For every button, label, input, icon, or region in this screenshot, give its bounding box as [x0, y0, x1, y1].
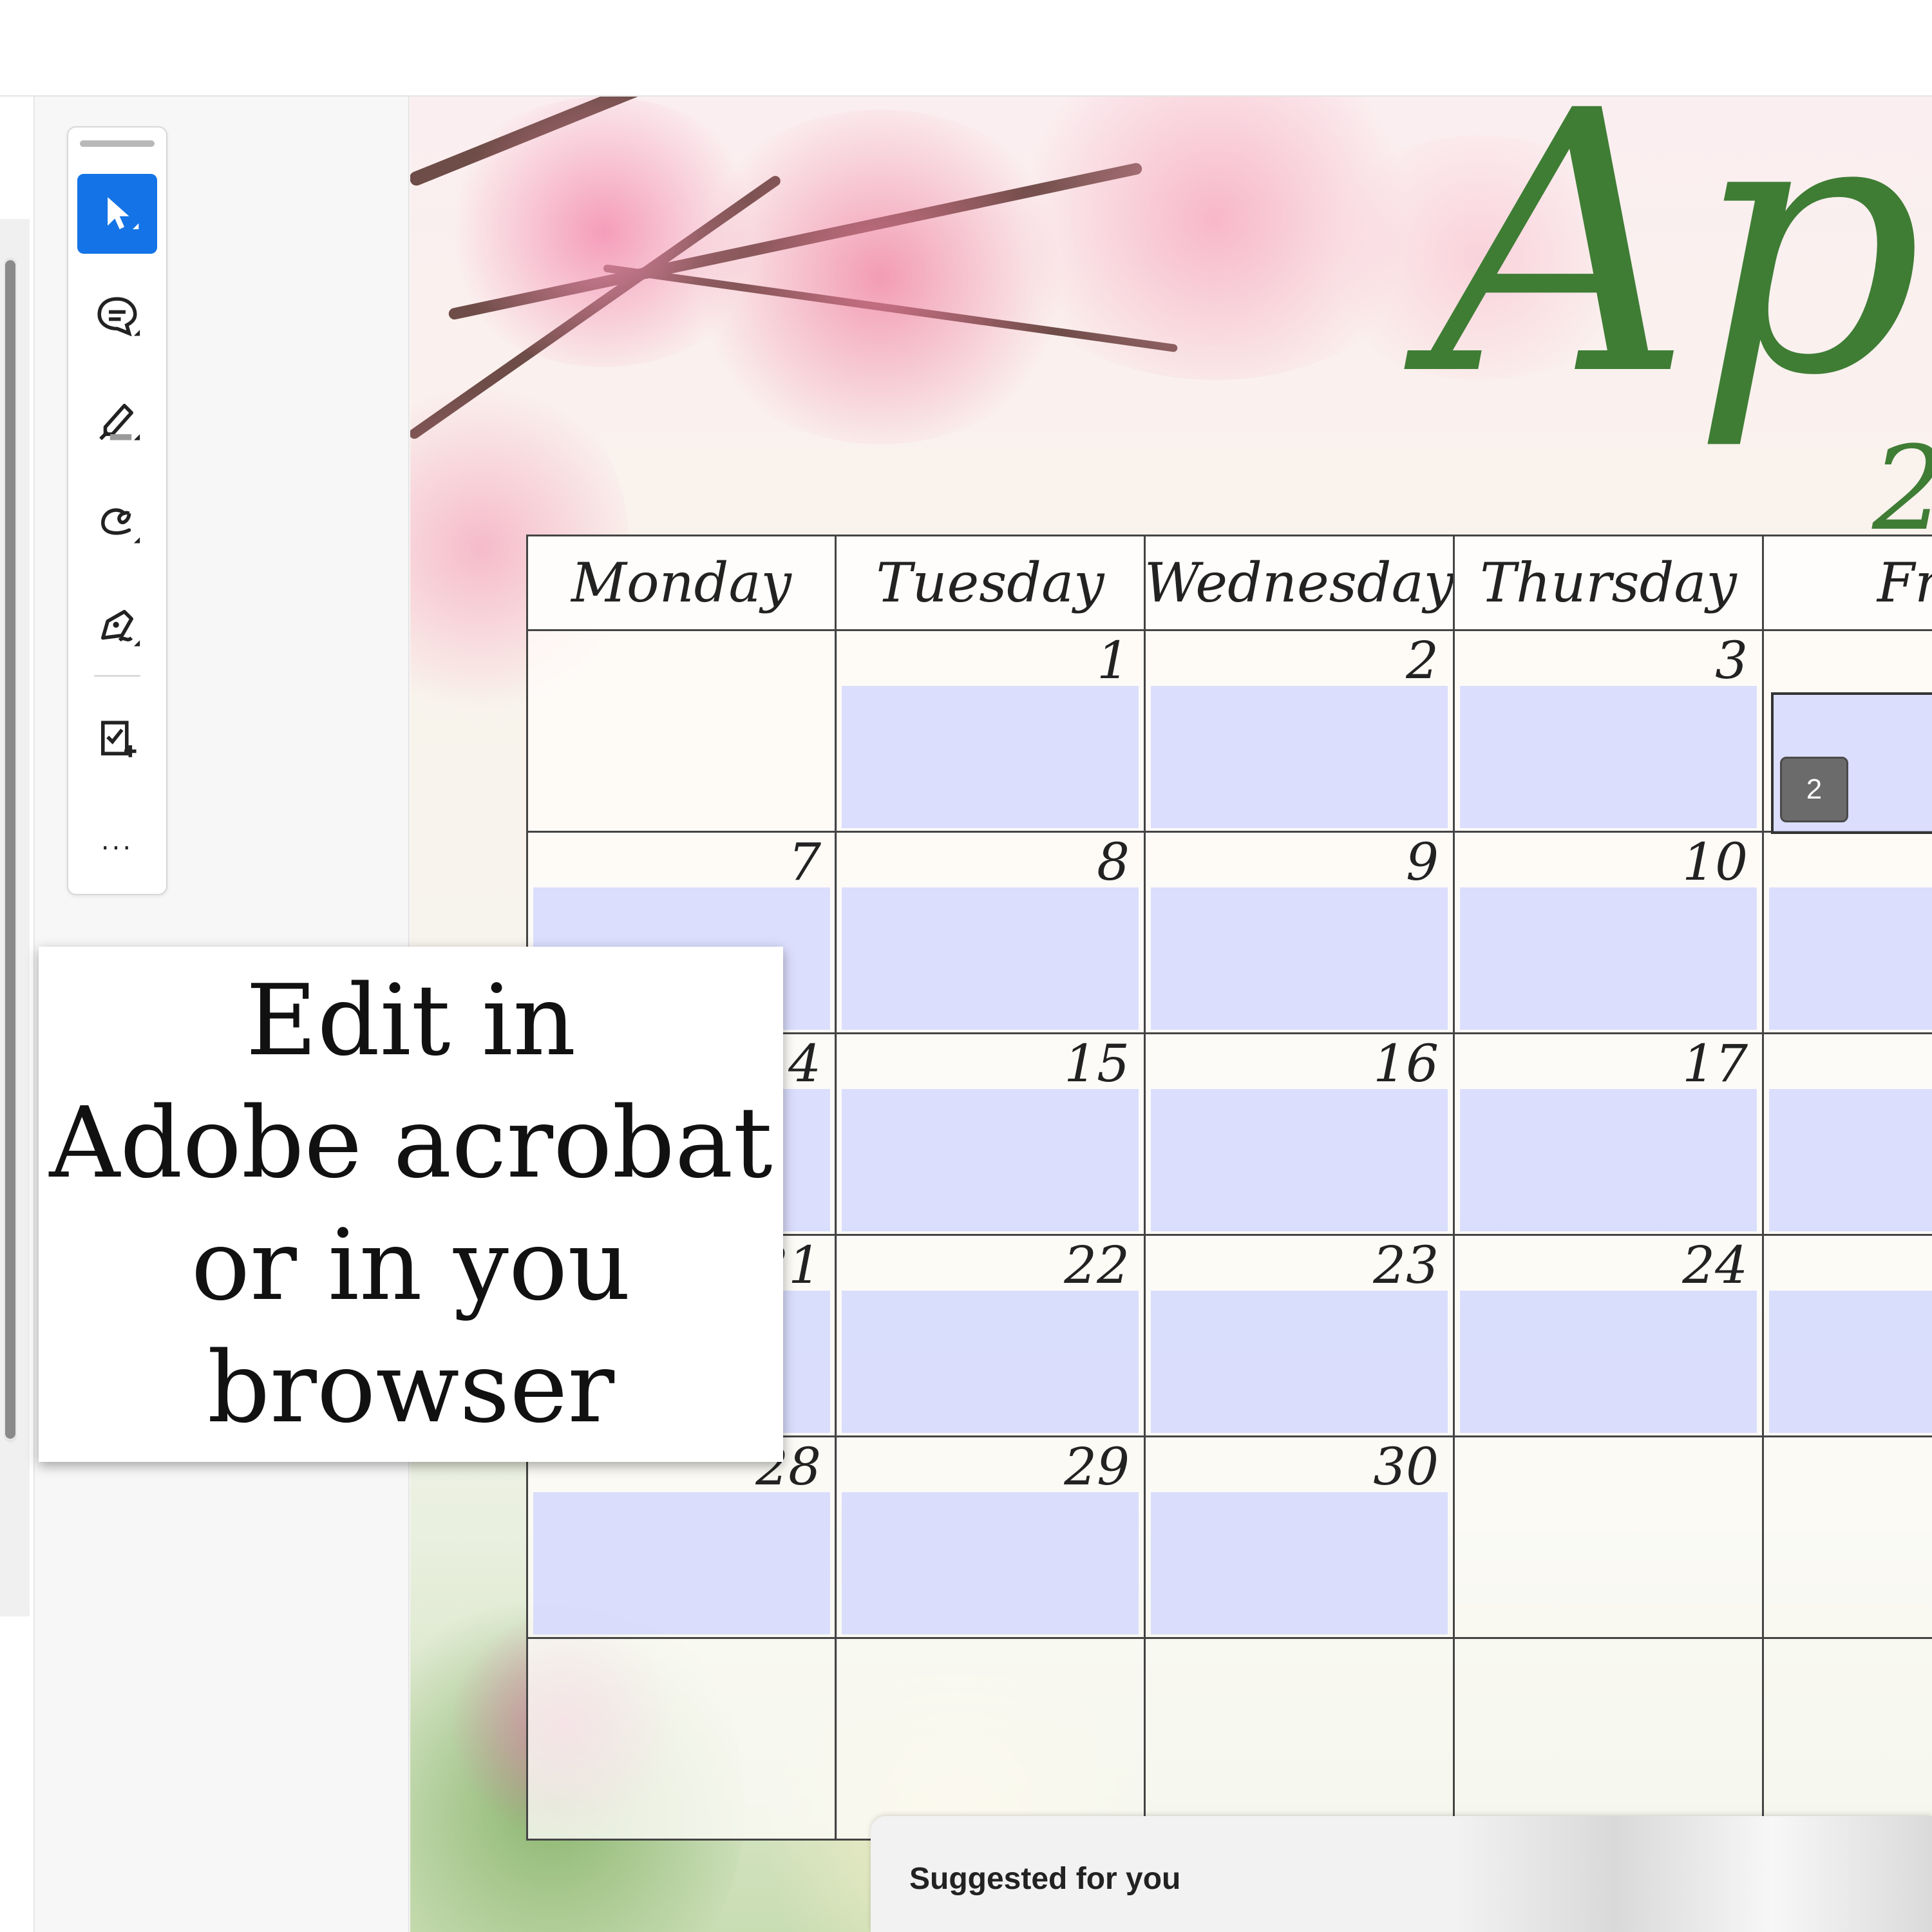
calendar-day-cell: 24 — [1453, 1234, 1764, 1437]
day-number: 9 — [1406, 832, 1439, 892]
day-number: 3 — [1715, 630, 1748, 690]
signature-pen-icon — [101, 610, 140, 647]
quick-tools-toolbar: ... — [67, 126, 167, 895]
calendar-day-cell: 22 — [835, 1234, 1146, 1437]
day-number: 23 — [1373, 1235, 1439, 1295]
callout-line: Adobe acrobat — [49, 1086, 773, 1200]
calendar-day-cell — [1762, 1234, 1932, 1437]
day-number: 8 — [1097, 832, 1130, 892]
toolbar-drag-handle[interactable] — [80, 140, 155, 147]
app-top-bar — [0, 0, 1932, 97]
calendar-day-cell — [1762, 1435, 1932, 1639]
weekday-header: Thursday — [1453, 535, 1764, 631]
callout-line: or in you — [191, 1208, 631, 1322]
day-number: 29 — [1064, 1437, 1130, 1497]
day-number: 1 — [1097, 630, 1130, 690]
day-notes-form-field[interactable] — [533, 1492, 830, 1634]
day-notes-form-field[interactable] — [1151, 1089, 1448, 1231]
calendar-day-cell — [1453, 1637, 1764, 1841]
weekday-header: Wednesday — [1144, 535, 1455, 631]
day-number: 15 — [1064, 1034, 1130, 1094]
weekday-header: Monday — [526, 535, 837, 631]
calendar-day-cell — [1453, 1435, 1764, 1639]
calendar-day-cell: 16 — [1144, 1032, 1455, 1236]
comment-icon — [97, 297, 140, 337]
calendar-day-cell: 15 — [835, 1032, 1146, 1236]
calendar-day-cell — [1762, 1032, 1932, 1236]
day-notes-form-field[interactable] — [842, 1291, 1139, 1433]
calendar-day-cell: 23 — [1144, 1234, 1455, 1437]
weekday-header: Fri — [1762, 535, 1932, 631]
day-number: 7 — [788, 832, 821, 892]
fill-sign-tool-button[interactable] — [77, 699, 157, 779]
freehand-draw-icon — [101, 508, 140, 544]
day-notes-form-field[interactable] — [842, 887, 1139, 1030]
day-notes-form-field[interactable] — [1769, 1291, 1932, 1433]
pointer-icon — [108, 197, 139, 230]
suggested-label: Suggested for you — [909, 1862, 1181, 1896]
day-notes-form-field[interactable] — [1769, 1089, 1932, 1231]
calendar-day-cell: 1 — [835, 629, 1146, 833]
more-icon: ... — [100, 826, 134, 856]
day-number: 16 — [1373, 1034, 1439, 1094]
day-notes-form-field[interactable] — [1151, 887, 1448, 1030]
calendar-day-cell: 3 — [1453, 629, 1764, 833]
day-number: 10 — [1682, 832, 1748, 892]
calendar-day-cell — [1762, 1637, 1932, 1841]
select-tool-button[interactable] — [77, 174, 157, 254]
day-number: 17 — [1682, 1034, 1748, 1094]
field-tab-order-badge: 2 — [1780, 757, 1848, 822]
suggested-panel[interactable]: Suggested for you — [871, 1816, 1932, 1932]
day-notes-form-field[interactable] — [842, 686, 1139, 828]
weekday-header: Tuesday — [835, 535, 1146, 631]
calendar-day-cell: 30 — [1144, 1435, 1455, 1639]
calendar-day-cell — [835, 1637, 1146, 1841]
calendar-day-cell: 10 — [1453, 831, 1764, 1034]
calendar-day-cell — [1762, 831, 1932, 1034]
day-notes-form-field[interactable] — [1151, 1492, 1448, 1634]
calendar-day-cell: 8 — [835, 831, 1146, 1034]
calendar-day-cell: 17 — [1453, 1032, 1764, 1236]
highlighter-icon — [99, 404, 140, 440]
day-notes-form-field[interactable] — [1460, 1089, 1757, 1231]
day-notes-form-field[interactable] — [842, 1089, 1139, 1231]
day-notes-form-field[interactable] — [1460, 887, 1757, 1030]
highlight-tool-button[interactable] — [77, 380, 157, 460]
day-notes-form-field[interactable] — [1151, 1291, 1448, 1433]
calendar-day-cell — [1144, 1637, 1455, 1841]
callout-text: Edit in Adobe acrobat or in you browser — [49, 960, 772, 1449]
year-title: 2 — [1872, 431, 1932, 547]
draw-tool-button[interactable] — [77, 483, 157, 563]
calendar-day-cell — [526, 629, 837, 833]
callout-line: browser — [207, 1331, 615, 1444]
day-number: 2 — [1406, 630, 1439, 690]
fill-sign-icon — [101, 721, 137, 757]
day-notes-form-field[interactable] — [842, 1492, 1139, 1634]
calendar-day-cell — [526, 1637, 837, 1841]
promo-callout: Edit in Adobe acrobat or in you browser — [39, 947, 783, 1462]
toolbar-divider — [94, 675, 140, 677]
day-notes-form-field[interactable] — [1151, 686, 1448, 828]
day-notes-form-field[interactable] — [1460, 1291, 1757, 1433]
more-tools-button[interactable]: ... — [77, 801, 157, 881]
sign-tool-button[interactable] — [77, 586, 157, 666]
calendar-day-cell: 2 — [1144, 629, 1455, 833]
day-number: 22 — [1064, 1235, 1130, 1295]
callout-line: Edit in — [245, 963, 576, 1077]
day-number: 30 — [1373, 1437, 1439, 1497]
day-notes-form-field[interactable] — [1460, 686, 1757, 828]
month-title: April — [1432, 97, 1932, 455]
day-notes-form-field[interactable] — [1769, 887, 1932, 1030]
calendar-day-cell: 9 — [1144, 831, 1455, 1034]
comment-tool-button[interactable] — [77, 276, 157, 355]
left-scrollbar-thumb[interactable] — [5, 260, 15, 1439]
calendar-day-cell: 28 — [526, 1435, 837, 1639]
calendar-day-cell: 29 — [835, 1435, 1146, 1639]
day-number: 24 — [1682, 1235, 1748, 1295]
